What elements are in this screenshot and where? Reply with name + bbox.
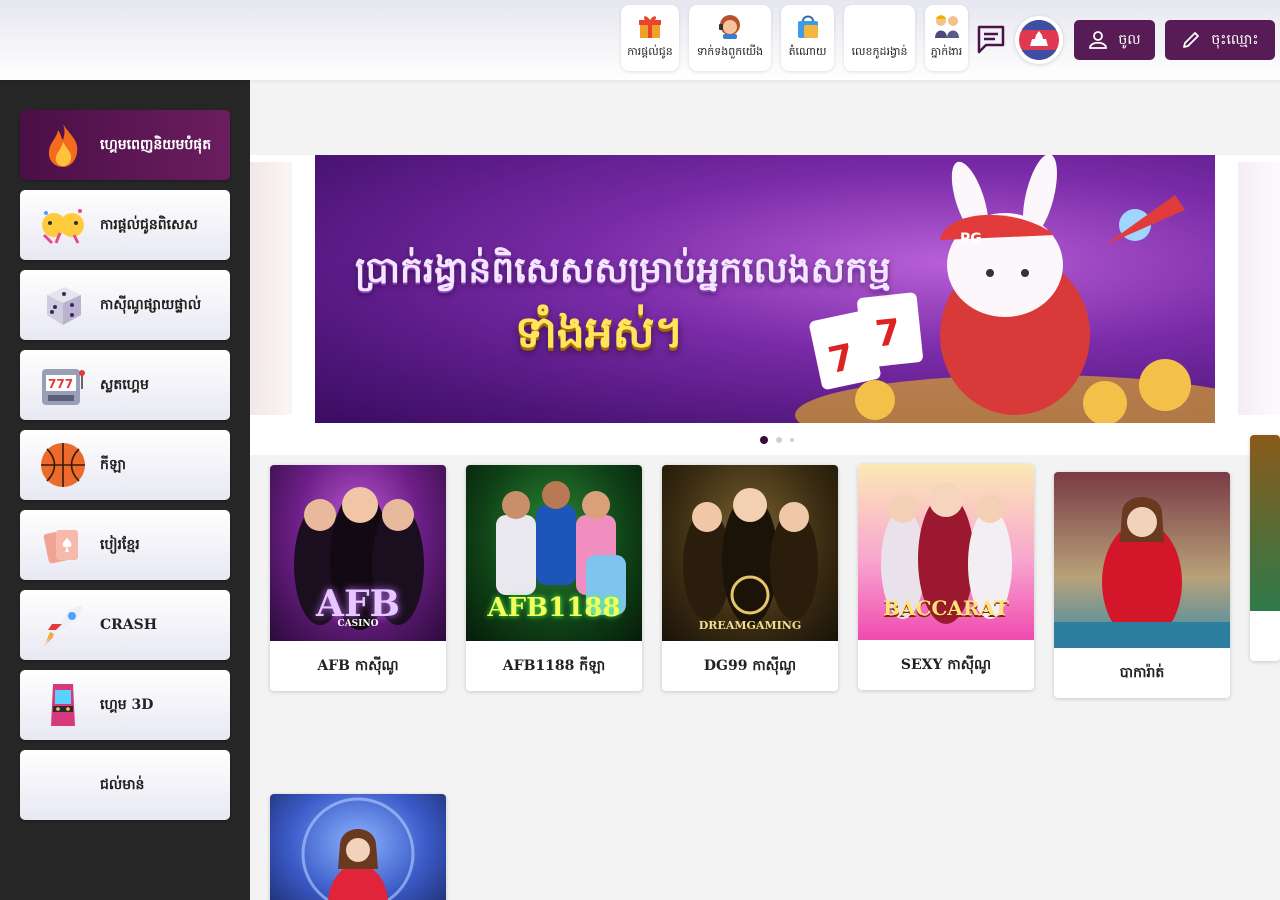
promo-carousel: 7 7 PG ប្រាក់រង្វាន់ពិសេសសម្រាប់អ្នកលេងស… [250,80,1280,455]
promo-banner[interactable]: 7 7 PG ប្រាក់រង្វាន់ពិសេសសម្រាប់អ្នកលេងស… [315,155,1215,423]
nav-contact-label: ទាក់ទងពួកយើង [696,45,764,58]
playing-cards-icon [40,522,86,568]
party-icon [40,202,86,248]
game-card-dg99-casino[interactable]: DREAMGAMING DG99 កាស៊ីណូ [662,465,838,691]
game-card-sexy-casino[interactable]: BACCARAT SEXY កាស៊ីណូ [858,464,1034,690]
thumb-brand-text: DREAMGAMING [698,619,802,632]
sidebar-item-label: ជល់មាន់ [100,776,145,793]
sidebar-item-3d-games[interactable]: ហ្គេម 3D [20,670,230,740]
basketball-icon [40,442,86,488]
sidebar-item-live-casino[interactable]: កាស៊ីណូផ្សាយផ្ទាល់ [20,270,230,340]
sidebar-item-label: CRASH [100,617,157,633]
game-card-label: បាការ៉ាត់ [1119,664,1165,681]
banner-subheadline: ទាំងអស់។ [515,307,684,358]
rocket-icon [40,602,86,648]
game-thumbnail: BACCARAT [858,464,1034,640]
sidebar-item-label: កីឡា [100,456,126,473]
nav-promotions[interactable]: ការផ្តល់ជូន [621,5,679,71]
support-agent-icon [715,11,745,41]
svg-text:7: 7 [873,312,902,355]
carousel-dot-1[interactable] [760,436,768,444]
shopping-bag-icon [793,11,823,41]
carousel-dot-3[interactable] [790,438,794,442]
carousel-dots [760,436,794,444]
sidebar-item-special-offers[interactable]: ការផ្តល់ជូនពិសេស [20,190,230,260]
sidebar-item-crash[interactable]: CRASH [20,590,230,660]
sidebar-item-label: បៀរខ្មែរ [100,536,140,553]
game-thumbnail: AFB CASINO [270,465,446,641]
sidebar-item-label: ហ្គេម 3D [100,696,154,713]
dice-icon [40,282,86,328]
gift-icon [635,11,665,41]
game-card-baccarat[interactable]: បាការ៉ាត់ [1054,472,1230,698]
nav-reward-code[interactable]: លេខកូដរង្វាន់ [844,5,915,71]
nav-shop-label: តំណោយ [788,45,827,58]
chat-icon[interactable] [976,24,1006,54]
game-card-afb1188-sports[interactable]: AFB1188 AFB1188 កីឡា [466,465,642,691]
login-label: ចូល [1118,31,1141,48]
game-thumbnail [270,794,446,900]
nav-promotions-label: ការផ្តល់ជូន [627,45,673,58]
game-thumbnail: DREAMGAMING [662,465,838,641]
cambodia-flag-icon [1019,20,1059,60]
nav-reward-code-label: លេខកូដរង្វាន់ [851,45,908,58]
game-card-label: AFB1188 កីឡា [502,657,606,674]
carousel-next-slide[interactable] [1238,162,1280,415]
nav-shop[interactable]: តំណោយ [781,5,834,71]
sidebar-item-sports[interactable]: កីឡា [20,430,230,500]
slot-machine-icon: 777 [40,362,86,408]
carousel-prev-slide[interactable] [250,162,292,415]
game-thumbnail: AFB1188 [466,465,642,641]
agent-icon [932,11,962,41]
banner-headline: ប្រាក់រង្វាន់ពិសេសសម្រាប់អ្នកលេងសកម្ម [355,249,891,291]
game-thumbnail [1250,435,1280,611]
sidebar-item-slots[interactable]: 777 ស្លតហ្គេម [20,350,230,420]
svg-text:777: 777 [48,377,73,391]
sidebar-item-label: ស្លតហ្គេម [100,376,149,393]
pencil-icon [1183,32,1200,48]
nav-agent[interactable]: ភ្នាក់ងារ [925,5,968,71]
sidebar-item-popular[interactable]: ហ្គេមពេញនិយមបំផុត [20,110,230,180]
game-card-label: AFB កាស៊ីណូ [317,657,399,674]
carousel-dot-2[interactable] [776,437,782,443]
sidebar-item-label: ការផ្តល់ជូនពិសេស [100,216,198,233]
register-label: ចុះឈ្មោះ [1211,31,1259,48]
sidebar-item-cockfighting[interactable]: ជល់មាន់ [20,750,230,820]
game-card-partial[interactable] [1250,435,1280,661]
top-header: ការផ្តល់ជូន ទាក់ទងពួកយើង តំណោយ លេខកូដរង្… [0,0,1280,80]
code-icon [865,11,895,41]
register-button[interactable]: ចុះឈ្មោះ [1165,20,1275,60]
sidebar-item-label: កាស៊ីណូផ្សាយផ្ទាល់ [100,296,202,313]
language-flag-button[interactable] [1015,16,1063,64]
game-card-afb-casino[interactable]: AFB CASINO AFB កាស៊ីណូ [270,465,446,691]
sidebar-item-label: ហ្គេមពេញនិយមបំផុត [100,136,212,153]
game-card-live-dealer[interactable] [270,794,446,900]
fire-icon [40,122,86,168]
nav-contact[interactable]: ទាក់ទងពួកយើង [689,5,771,71]
game-thumbnail [1054,472,1230,648]
game-card-label: SEXY កាស៊ីណូ [900,656,992,673]
pg-logo-text: PG [960,231,982,247]
nav-agent-label: ភ្នាក់ងារ [930,45,963,58]
thumb-brand-text: AFB1188 [487,593,621,623]
game-card-label: DG99 កាស៊ីណូ [703,657,797,674]
arcade-icon [40,682,86,728]
sidebar-item-khmer-cards[interactable]: បៀរខ្មែរ [20,510,230,580]
thumb-brand-text: BACCARAT [883,596,1009,620]
login-button[interactable]: ចូល [1074,20,1155,60]
user-icon [1089,31,1108,49]
category-sidebar: ហ្គេមពេញនិយមបំផុត ការផ្តល់ជូនពិសេស កាស៊ី… [0,80,250,900]
thumb-brand-sub: CASINO [337,619,379,629]
